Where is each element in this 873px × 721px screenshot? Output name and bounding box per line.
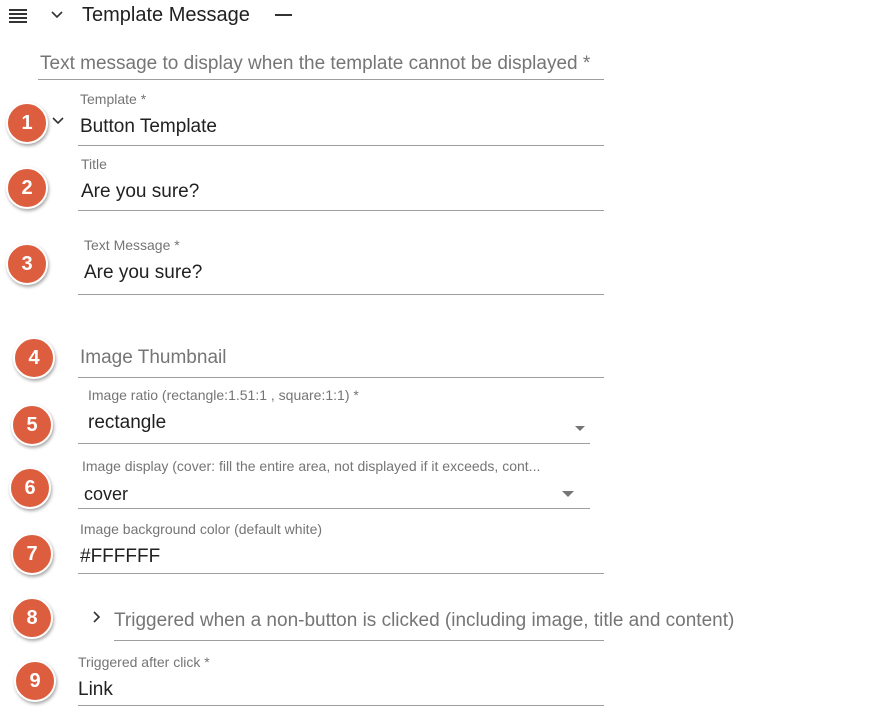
alt-text-input[interactable]: Text message to display when the templat…: [40, 53, 590, 75]
image-bg-underline: [78, 573, 604, 574]
title-label: Title: [81, 156, 107, 172]
step-badge-2: 2: [6, 167, 48, 209]
image-ratio-label: Image ratio (rectangle:1.51:1 , square:1…: [88, 387, 359, 403]
image-display-label: Image display (cover: fill the entire ar…: [82, 458, 541, 474]
menu-icon[interactable]: [9, 9, 27, 23]
step-badge-9: 9: [14, 660, 56, 702]
step-badge-1: 1: [6, 102, 48, 144]
collapse-dash-icon[interactable]: [275, 14, 292, 16]
dropdown-caret-icon[interactable]: [562, 491, 574, 497]
text-message-label: Text Message *: [84, 237, 180, 253]
image-thumbnail-underline: [78, 377, 604, 378]
step-badge-8: 8: [11, 597, 53, 639]
step-badge-5: 5: [11, 404, 53, 446]
chevron-down-icon[interactable]: [51, 116, 65, 126]
text-message-input[interactable]: Are you sure?: [84, 262, 202, 284]
image-ratio-underline: [78, 443, 590, 444]
step-badge-7: 7: [11, 533, 53, 575]
template-select[interactable]: Button Template: [80, 116, 217, 138]
title-underline: [78, 210, 604, 211]
step-badge-3: 3: [6, 243, 48, 285]
template-underline: [78, 145, 604, 146]
page-title: Template Message: [82, 4, 250, 26]
image-thumbnail-input[interactable]: Image Thumbnail: [80, 347, 226, 369]
after-click-underline: [78, 705, 604, 706]
image-ratio-select[interactable]: rectangle: [88, 412, 166, 434]
image-display-select[interactable]: cover: [84, 484, 128, 505]
image-display-underline: [78, 508, 590, 509]
chevron-right-icon[interactable]: [92, 610, 102, 624]
image-bg-label: Image background color (default white): [80, 521, 323, 537]
title-input[interactable]: Are you sure?: [81, 181, 199, 203]
after-click-label: Triggered after click *: [78, 654, 210, 670]
step-badge-4: 4: [13, 337, 55, 379]
step-badge-6: 6: [9, 467, 51, 509]
chevron-down-icon[interactable]: [50, 9, 64, 21]
dropdown-caret-icon[interactable]: [575, 426, 585, 431]
image-bg-input[interactable]: #FFFFFF: [80, 546, 160, 568]
template-label: Template *: [80, 91, 147, 107]
non-button-action-underline: [114, 640, 604, 641]
after-click-select[interactable]: Link: [78, 679, 113, 701]
non-button-action-section[interactable]: Triggered when a non-button is clicked (…: [114, 610, 734, 632]
text-message-underline: [78, 294, 604, 295]
alt-text-underline: [38, 79, 604, 80]
